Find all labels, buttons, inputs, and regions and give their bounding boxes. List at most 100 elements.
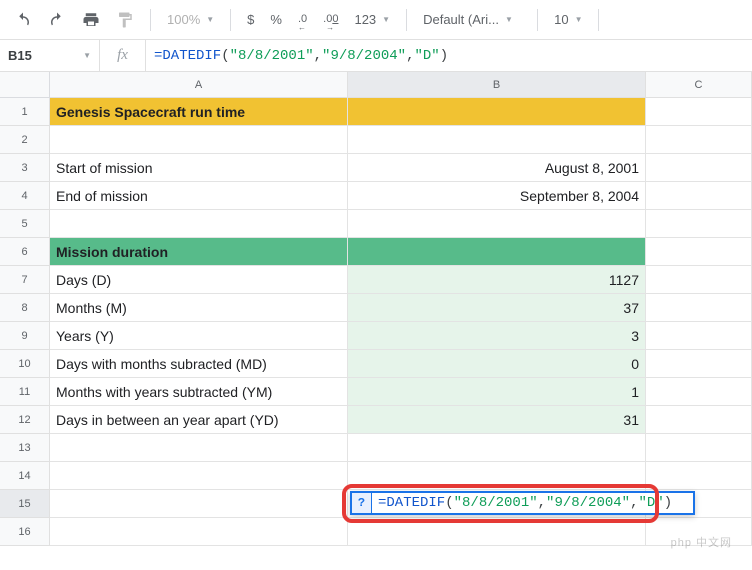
row-header[interactable]: 10 [0, 350, 50, 378]
font-size-dropdown[interactable]: 10 ▼ [548, 6, 588, 34]
cell-b10[interactable]: 0 [348, 350, 646, 378]
row-header[interactable]: 4 [0, 182, 50, 210]
cell-c2[interactable] [646, 126, 752, 154]
cell-c11[interactable] [646, 378, 752, 406]
cell-a11[interactable]: Months with years subtracted (YM) [50, 378, 348, 406]
spreadsheet-grid: A B C 1 Genesis Spacecraft run time 2 3 … [0, 72, 752, 546]
percent-format-button[interactable]: % [264, 6, 288, 34]
row-header[interactable]: 7 [0, 266, 50, 294]
cell-b9[interactable]: 3 [348, 322, 646, 350]
font-name: Default (Ari... [423, 12, 499, 27]
undo-icon[interactable] [8, 6, 38, 34]
zoom-dropdown[interactable]: 100% ▼ [161, 6, 220, 34]
font-size-value: 10 [554, 12, 568, 27]
select-all-corner[interactable] [0, 72, 50, 98]
chevron-down-icon: ▼ [206, 15, 214, 24]
row-header[interactable]: 11 [0, 378, 50, 406]
row-header[interactable]: 3 [0, 154, 50, 182]
cell-c3[interactable] [646, 154, 752, 182]
chevron-down-icon: ▼ [382, 15, 390, 24]
separator [230, 9, 231, 31]
cell-c1[interactable] [646, 98, 752, 126]
cell-b11[interactable]: 1 [348, 378, 646, 406]
cell-c6[interactable] [646, 238, 752, 266]
cell-a4[interactable]: End of mission [50, 182, 348, 210]
cell-a10[interactable]: Days with months subracted (MD) [50, 350, 348, 378]
cell-a1[interactable]: Genesis Spacecraft run time [50, 98, 348, 126]
row-header[interactable]: 12 [0, 406, 50, 434]
redo-icon[interactable] [42, 6, 72, 34]
cell-a15[interactable] [50, 490, 348, 518]
cell-a13[interactable] [50, 434, 348, 462]
col-header-b[interactable]: B [348, 72, 646, 98]
font-family-dropdown[interactable]: Default (Ari... ▼ [417, 6, 527, 34]
cell-b4[interactable]: September 8, 2004 [348, 182, 646, 210]
cell-c9[interactable] [646, 322, 752, 350]
col-header-c[interactable]: C [646, 72, 752, 98]
cell-a8[interactable]: Months (M) [50, 294, 348, 322]
col-header-a[interactable]: A [50, 72, 348, 98]
watermark: php 中文网 [671, 534, 732, 550]
cell-b3[interactable]: August 8, 2001 [348, 154, 646, 182]
row-header[interactable]: 16 [0, 518, 50, 546]
cell-b12[interactable]: 31 [348, 406, 646, 434]
name-box[interactable]: B15 ▼ [0, 40, 100, 71]
cell-b5[interactable] [348, 210, 646, 238]
cell-b13[interactable] [348, 434, 646, 462]
separator [598, 9, 599, 31]
cell-a16[interactable] [50, 518, 348, 546]
cell-a5[interactable] [50, 210, 348, 238]
cell-reference: B15 [8, 48, 32, 63]
row-header[interactable]: 14 [0, 462, 50, 490]
more-formats-dropdown[interactable]: 123 ▼ [348, 6, 396, 34]
row-header[interactable]: 9 [0, 322, 50, 350]
cell-b1[interactable] [348, 98, 646, 126]
cell-b8[interactable]: 37 [348, 294, 646, 322]
row-header[interactable]: 13 [0, 434, 50, 462]
row-header[interactable]: 1 [0, 98, 50, 126]
chevron-down-icon: ▼ [575, 15, 583, 24]
cell-c7[interactable] [646, 266, 752, 294]
cell-a2[interactable] [50, 126, 348, 154]
separator [537, 9, 538, 31]
cell-c5[interactable] [646, 210, 752, 238]
cell-b7[interactable]: 1127 [348, 266, 646, 294]
toolbar: 100% ▼ $ % .0← .00→ 123 ▼ Default (Ari... ▼… [0, 0, 752, 40]
cell-b2[interactable] [348, 126, 646, 154]
chevron-down-icon: ▼ [505, 15, 513, 24]
fx-label: fx [100, 40, 146, 71]
cell-b6[interactable] [348, 238, 646, 266]
cell-c14[interactable] [646, 462, 752, 490]
cell-c8[interactable] [646, 294, 752, 322]
zoom-value: 100% [167, 12, 200, 27]
cell-a6[interactable]: Mission duration [50, 238, 348, 266]
cell-a7[interactable]: Days (D) [50, 266, 348, 294]
row-header[interactable]: 8 [0, 294, 50, 322]
separator [406, 9, 407, 31]
cell-a9[interactable]: Years (Y) [50, 322, 348, 350]
cell-b15-editing[interactable]: ? =DATEDIF("8/8/2001","9/8/2004","D") [348, 490, 646, 518]
paint-format-icon[interactable] [110, 6, 140, 34]
highlight-annotation [342, 484, 659, 523]
increase-decimal-button[interactable]: .00→ [317, 6, 344, 34]
currency-format-button[interactable]: $ [241, 6, 260, 34]
cell-a12[interactable]: Days in between an year apart (YD) [50, 406, 348, 434]
cell-c10[interactable] [646, 350, 752, 378]
chevron-down-icon: ▼ [83, 51, 91, 60]
cell-c13[interactable] [646, 434, 752, 462]
cell-a14[interactable] [50, 462, 348, 490]
row-header[interactable]: 2 [0, 126, 50, 154]
formula-bar: B15 ▼ fx =DATEDIF("8/8/2001","9/8/2004",… [0, 40, 752, 72]
decrease-decimal-button[interactable]: .0← [292, 6, 313, 34]
cell-a3[interactable]: Start of mission [50, 154, 348, 182]
row-header[interactable]: 5 [0, 210, 50, 238]
print-icon[interactable] [76, 6, 106, 34]
formula-func: =DATEDIF [154, 48, 221, 64]
row-header[interactable]: 15 [0, 490, 50, 518]
formula-input[interactable]: =DATEDIF("8/8/2001","9/8/2004","D") [146, 40, 752, 71]
cell-c12[interactable] [646, 406, 752, 434]
row-header[interactable]: 6 [0, 238, 50, 266]
format-label: 123 [354, 12, 376, 27]
separator [150, 9, 151, 31]
cell-c4[interactable] [646, 182, 752, 210]
